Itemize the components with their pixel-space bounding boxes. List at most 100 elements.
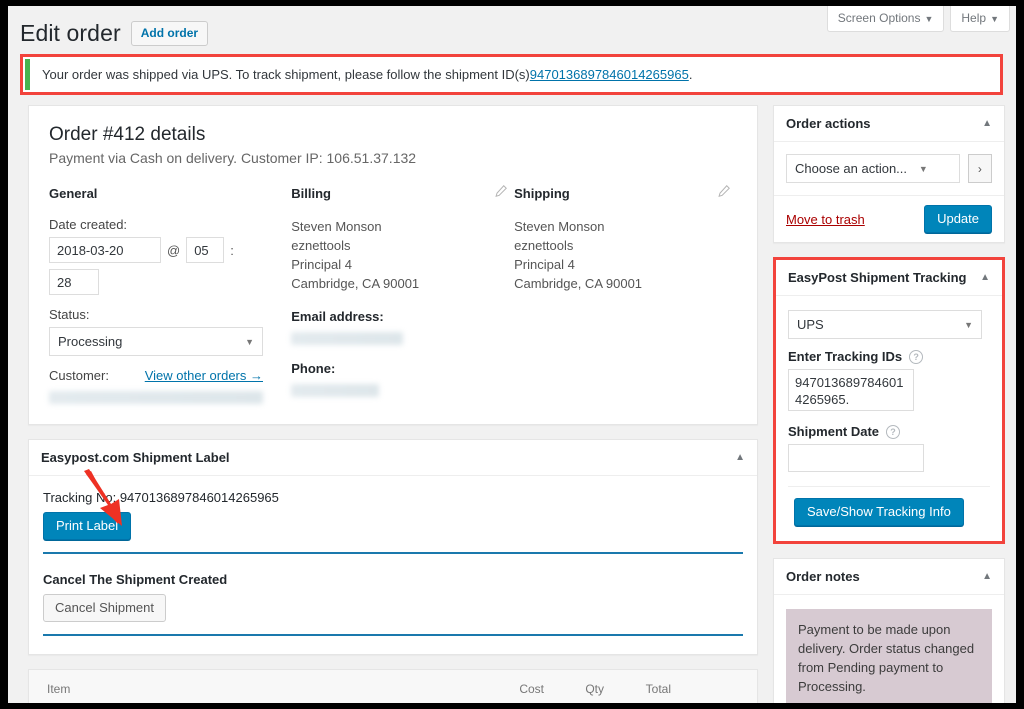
order-details-title: Order #412 details [49,124,206,145]
chevron-down-icon: ▼ [990,14,999,24]
shipment-label-panel-title: Easypost.com Shipment Label [41,450,230,465]
list-item: Payment to be made upon delivery. Order … [786,607,992,703]
order-note-body: Payment to be made upon delivery. Order … [786,609,992,703]
order-notes-panel: Order notes ▲ Payment to be made upon de… [773,558,1005,703]
main-column: Order #412 details Payment via Cash on d… [28,105,758,703]
help-circle-icon[interactable]: ? [886,424,901,439]
column-header-total: Total [614,670,757,703]
sidebar-column: Order actions ▲ Choose an action... ▼ › … [773,105,1005,703]
billing-address-line: Steven Monson [291,219,382,234]
general-column: General Date created: @ : Status: [49,186,291,404]
hour-input[interactable] [186,237,225,263]
general-heading: General [49,186,98,201]
save-show-tracking-button[interactable]: Save/Show Tracking Info [794,498,964,526]
billing-address-line: Cambridge, CA 90001 [291,276,420,291]
minute-input[interactable] [49,269,99,295]
email-value-redacted [291,332,404,345]
order-notes-header: Order notes ▲ [774,559,1004,595]
collapse-icon[interactable]: ▲ [982,118,992,129]
screen-options-label: Screen Options [837,11,921,25]
date-created-input[interactable] [49,237,161,263]
notice-text-before: Your order was shipped via UPS. To track… [42,67,530,82]
easypost-tracking-title: EasyPost Shipment Tracking [788,270,967,285]
billing-column: Billing Steven Monson eznettools Princip… [291,184,514,404]
view-other-orders-link[interactable]: View other orders → [145,368,263,383]
update-order-button[interactable]: Update [924,205,992,233]
email-address-label: Email address: [291,309,384,324]
customer-value-redacted [49,391,263,404]
order-action-value: Choose an action... [786,154,960,183]
shipping-address-line: Principal 4 [514,257,575,272]
date-created-label: Date created: [49,217,128,232]
column-header-item: Item [29,670,464,703]
edit-pencil-icon[interactable] [717,184,731,198]
print-label-button[interactable]: Print Label [43,512,132,540]
tracking-ids-textarea[interactable] [788,369,914,411]
order-details-panel: Order #412 details Payment via Cash on d… [28,105,758,425]
table-header-row: Item Cost Qty Total [29,670,757,703]
shipment-notice: Your order was shipped via UPS. To track… [25,59,998,90]
order-actions-title: Order actions [786,116,871,131]
shipment-tracking-number: Tracking No: 9470136897846014265965 [43,490,279,505]
wp-admin-screen: Screen Options ▼ Help ▼ Edit order Add ord… [8,6,1016,703]
shipping-address-line: eznettools [514,238,574,253]
tracking-footer: Save/Show Tracking Info [788,486,990,537]
at-symbol: @ [167,242,181,258]
screen-meta-links: Screen Options ▼ Help ▼ [826,6,1010,33]
phone-label: Phone: [291,361,336,376]
shipment-date-label: Shipment Date [788,424,880,439]
carrier-value: UPS [788,310,982,339]
add-order-button[interactable]: Add order [130,21,209,47]
tracking-ids-label-row: Enter Tracking IDs ? [788,349,996,364]
order-action-select[interactable]: Choose an action... ▼ [786,154,962,183]
help-tab[interactable]: Help ▼ [950,6,1010,33]
help-circle-icon[interactable]: ? [909,349,924,364]
apply-action-button[interactable]: › [967,154,992,183]
order-details-subtitle: Payment via Cash on delivery. Customer I… [49,150,417,166]
column-header-qty: Qty [554,670,614,703]
cancel-shipment-heading: Cancel The Shipment Created [43,572,228,587]
phone-value-redacted [291,384,380,397]
time-colon: : [230,242,234,258]
carrier-select[interactable]: UPS ▼ [788,310,982,339]
divider [43,552,743,554]
order-status-value: Processing [49,327,263,356]
easypost-tracking-panel: EasyPost Shipment Tracking ▲ UPS ▼ Enter… [776,260,1002,541]
page-heading-row: Edit order Add order [20,20,209,48]
order-notes-title: Order notes [786,569,860,584]
shipping-heading: Shipping [514,186,570,201]
cancel-shipment-button[interactable]: Cancel Shipment [43,594,166,622]
shipping-address-line: Steven Monson [514,219,605,234]
tracking-annotation-box: EasyPost Shipment Tracking ▲ UPS ▼ Enter… [773,257,1005,544]
shipment-date-input[interactable] [788,444,924,472]
status-label: Status: [49,307,90,322]
customer-label: Customer: [49,368,109,383]
tracking-ids-label: Enter Tracking IDs [788,349,903,364]
shipment-date-label-row: Shipment Date ? [788,424,996,439]
notice-annotation-box: Your order was shipped via UPS. To track… [20,54,1003,95]
shipping-address-line: Cambridge, CA 90001 [514,276,643,291]
page-title: Edit order [20,20,121,46]
help-label: Help [961,11,987,25]
collapse-icon[interactable]: ▲ [982,571,992,582]
screen-options-tab[interactable]: Screen Options ▼ [826,6,945,33]
order-items-table: Item Cost Qty Total [29,670,757,703]
customer-row: Customer: View other orders → [49,368,263,383]
collapse-icon[interactable]: ▲ [980,272,990,283]
divider [43,634,743,636]
easypost-tracking-header: EasyPost Shipment Tracking ▲ [776,260,1002,296]
notice-text-after: . [688,67,693,82]
shipment-label-panel-header: Easypost.com Shipment Label ▲ [29,440,757,476]
edit-pencil-icon[interactable] [494,184,508,198]
billing-address-line: Principal 4 [291,257,352,272]
billing-heading: Billing [291,186,331,201]
notice-tracking-link[interactable]: 9470136897846014265965 [530,67,689,82]
move-to-trash-link[interactable]: Move to trash [786,212,865,227]
easypost-shipment-label-panel: Easypost.com Shipment Label ▲ Tracking N… [28,439,758,655]
collapse-icon[interactable]: ▲ [735,452,745,463]
order-status-select[interactable]: Processing ▼ [49,327,263,356]
column-header-cost: Cost [464,670,554,703]
billing-address-line: eznettools [291,238,351,253]
order-actions-panel: Order actions ▲ Choose an action... ▼ › … [773,105,1005,243]
order-actions-header: Order actions ▲ [774,106,1004,142]
